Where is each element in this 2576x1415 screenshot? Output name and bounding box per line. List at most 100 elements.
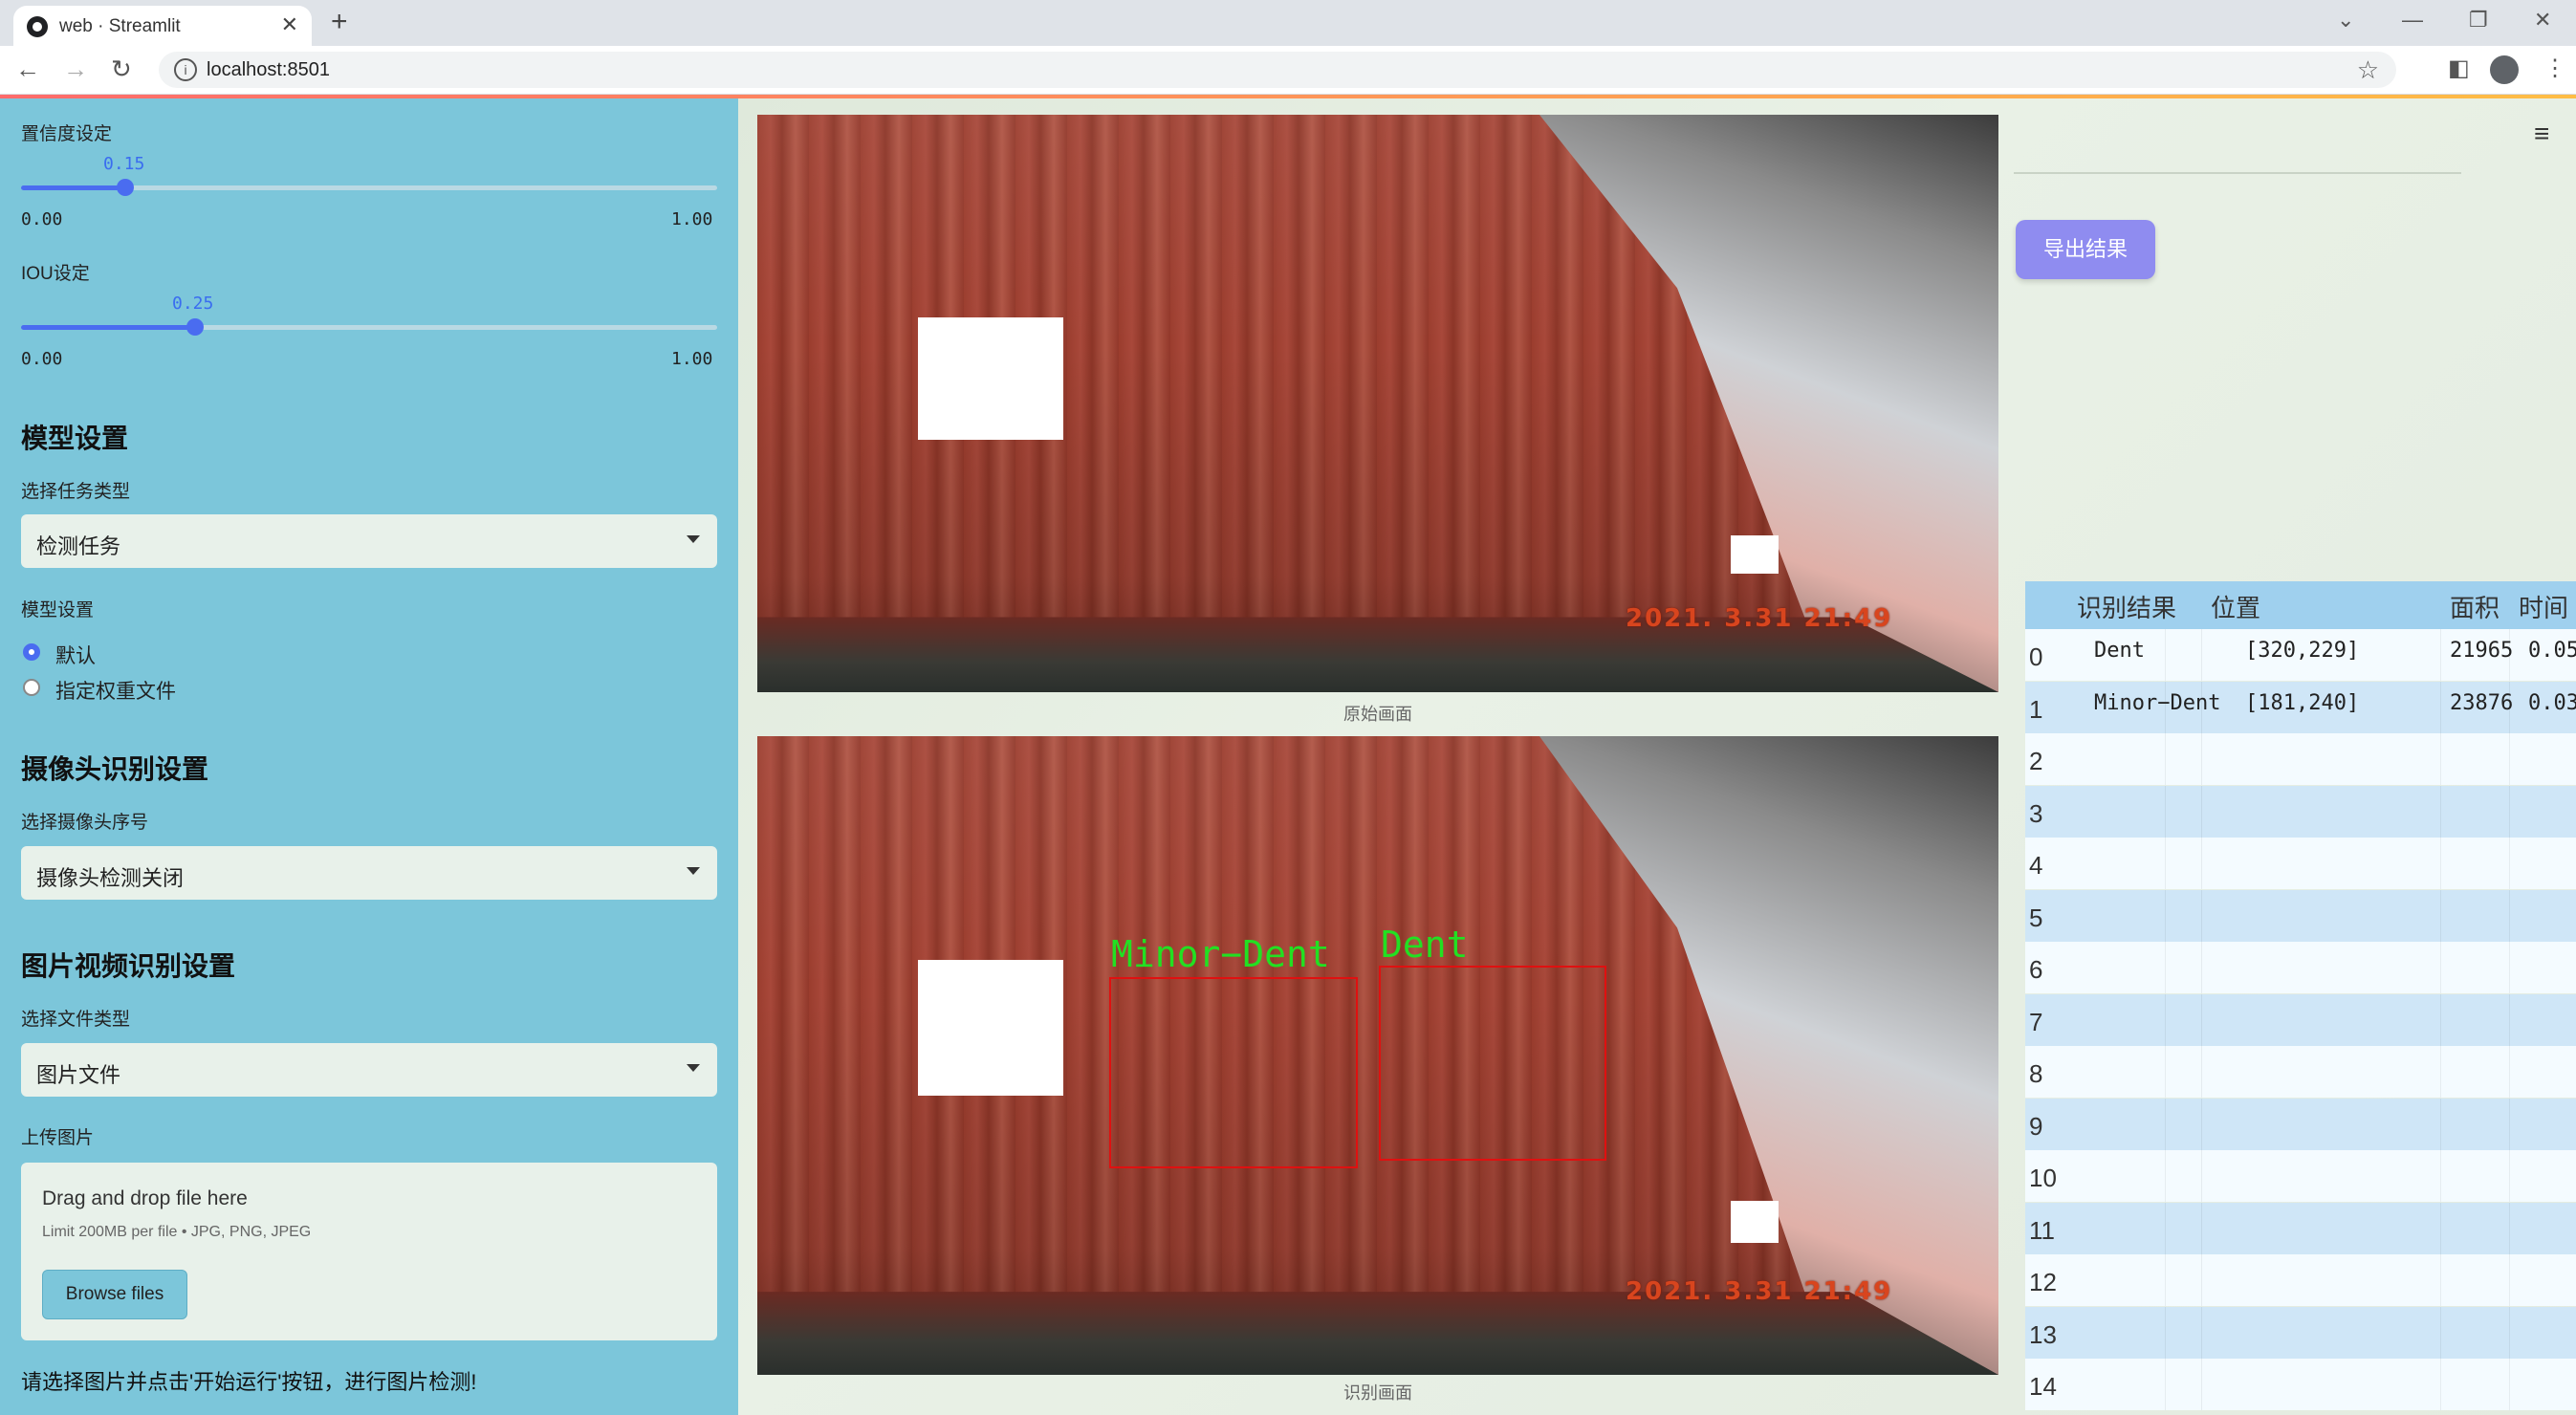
- column-divider: [2440, 733, 2441, 785]
- table-row[interactable]: 0 Dent [320,229] 21965 0.05: [2025, 629, 2576, 681]
- iou-value: 0.25: [172, 294, 214, 314]
- row-index: 13: [2029, 1319, 2057, 1349]
- dropzone-title: Drag and drop file here: [42, 1187, 248, 1209]
- confidence-slider-fill: [21, 185, 126, 190]
- close-window-icon[interactable]: ✕: [2534, 8, 2551, 33]
- minimize-icon[interactable]: —: [2402, 8, 2423, 33]
- column-divider: [2201, 1306, 2202, 1359]
- iou-max: 1.00: [671, 349, 713, 369]
- header-result[interactable]: 识别结果: [2077, 589, 2176, 624]
- radio-custom-weights-label: 指定权重文件: [55, 681, 176, 703]
- column-divider: [2509, 993, 2510, 1046]
- table-row[interactable]: 1 Minor−Dent [181,240] 23876 0.03: [2025, 681, 2576, 733]
- original-image: 2021. 3.31 21:49: [757, 115, 1998, 692]
- column-divider: [2201, 889, 2202, 942]
- new-tab-icon[interactable]: +: [331, 6, 348, 38]
- column-divider: [2440, 1254, 2441, 1306]
- header-area[interactable]: 面积: [2450, 589, 2500, 624]
- instruction-hint: 请选择图片并点击'开始运行'按钮，进行图片检测!: [21, 1370, 477, 1394]
- radio-default-button[interactable]: [23, 643, 40, 661]
- table-row[interactable]: 11: [2025, 1202, 2576, 1254]
- reload-icon[interactable]: ↻: [111, 54, 132, 84]
- column-divider: [2165, 1150, 2166, 1202]
- table-row[interactable]: 9: [2025, 1098, 2576, 1150]
- result-image-caption: 识别画面: [1343, 1383, 1412, 1403]
- privacy-mask: [1731, 1201, 1779, 1243]
- url-field[interactable]: i localhost:8501 ☆: [159, 52, 2396, 88]
- header-position[interactable]: 位置: [2211, 589, 2260, 624]
- detection-box-dent: [1379, 966, 1606, 1161]
- hamburger-menu-icon[interactable]: ≡: [2534, 119, 2549, 149]
- column-divider: [2509, 1306, 2510, 1359]
- site-info-icon[interactable]: i: [174, 58, 197, 81]
- table-header: 识别结果 位置 面积 时间: [2025, 581, 2576, 629]
- column-divider: [2509, 1046, 2510, 1098]
- column-divider: [2165, 1046, 2166, 1098]
- address-bar: ← → ↻ i localhost:8501 ☆ ◧ ⋮: [0, 46, 2576, 95]
- cell-area: 23876: [2450, 690, 2514, 715]
- cell-area: 21965: [2450, 639, 2514, 663]
- tab-search-chevron-icon[interactable]: ⌄: [2337, 8, 2354, 33]
- row-index: 9: [2029, 1111, 2043, 1141]
- column-divider: [2165, 993, 2166, 1046]
- bookmark-star-icon[interactable]: ☆: [2357, 55, 2379, 85]
- iou-label: IOU设定: [21, 264, 90, 284]
- restore-icon[interactable]: ❐: [2469, 8, 2488, 33]
- table-row[interactable]: 6: [2025, 942, 2576, 993]
- column-divider: [2201, 1359, 2202, 1410]
- back-icon[interactable]: ←: [15, 54, 40, 84]
- chevron-down-icon: [687, 1064, 700, 1072]
- cell-result: Dent: [2094, 639, 2145, 663]
- table-row[interactable]: 8: [2025, 1046, 2576, 1098]
- table-row[interactable]: 7: [2025, 993, 2576, 1046]
- column-divider: [2509, 1202, 2510, 1254]
- browser-tab[interactable]: web · Streamlit ✕: [13, 6, 312, 46]
- chevron-down-icon: [687, 535, 700, 543]
- header-time[interactable]: 时间: [2519, 589, 2568, 624]
- column-divider: [2509, 785, 2510, 838]
- url-text[interactable]: localhost:8501: [207, 59, 330, 81]
- iou-slider-fill: [21, 325, 195, 330]
- profile-avatar-icon[interactable]: [2490, 55, 2519, 84]
- column-divider: [2165, 733, 2166, 785]
- privacy-mask: [1731, 535, 1779, 574]
- close-tab-icon[interactable]: ✕: [281, 12, 298, 37]
- task-type-select[interactable]: 检测任务: [21, 514, 717, 568]
- privacy-mask: [918, 317, 1063, 440]
- file-type-select[interactable]: 图片文件: [21, 1043, 717, 1097]
- column-divider: [2440, 785, 2441, 838]
- column-divider: [2201, 1202, 2202, 1254]
- row-index: 6: [2029, 955, 2043, 984]
- column-divider: [2201, 993, 2202, 1046]
- table-row[interactable]: 3: [2025, 785, 2576, 838]
- table-row[interactable]: 2: [2025, 733, 2576, 785]
- column-divider: [2440, 942, 2441, 993]
- table-row[interactable]: 10: [2025, 1150, 2576, 1202]
- column-divider: [2165, 1202, 2166, 1254]
- forward-icon[interactable]: →: [63, 54, 88, 84]
- camera-index-select[interactable]: 摄像头检测关闭: [21, 846, 717, 900]
- iou-slider-thumb[interactable]: [186, 318, 204, 336]
- confidence-slider[interactable]: [21, 179, 717, 196]
- confidence-slider-thumb[interactable]: [117, 179, 135, 196]
- column-divider: [2165, 889, 2166, 942]
- table-row[interactable]: 13: [2025, 1306, 2576, 1359]
- browser-menu-icon[interactable]: ⋮: [2543, 54, 2566, 82]
- column-divider: [2509, 1254, 2510, 1306]
- table-row[interactable]: 5: [2025, 889, 2576, 942]
- column-divider: [2165, 838, 2166, 889]
- task-type-value: 检测任务: [36, 534, 121, 558]
- export-results-button[interactable]: 导出结果: [2016, 220, 2155, 279]
- iou-slider[interactable]: [21, 318, 717, 336]
- radio-custom-weights-button[interactable]: [23, 679, 40, 696]
- table-row[interactable]: 14: [2025, 1359, 2576, 1410]
- model-settings-label: 模型设置: [21, 600, 95, 620]
- browser-tab-bar: web · Streamlit ✕ + ⌄ — ❐ ✕: [0, 0, 2576, 46]
- side-panel-icon[interactable]: ◧: [2448, 54, 2470, 82]
- file-dropzone[interactable]: Drag and drop file here Limit 200MB per …: [21, 1163, 717, 1340]
- browse-files-button[interactable]: Browse files: [42, 1270, 187, 1319]
- table-row[interactable]: 4: [2025, 838, 2576, 889]
- row-index: 4: [2029, 851, 2043, 880]
- table-row[interactable]: 12: [2025, 1254, 2576, 1306]
- row-index: 8: [2029, 1059, 2043, 1088]
